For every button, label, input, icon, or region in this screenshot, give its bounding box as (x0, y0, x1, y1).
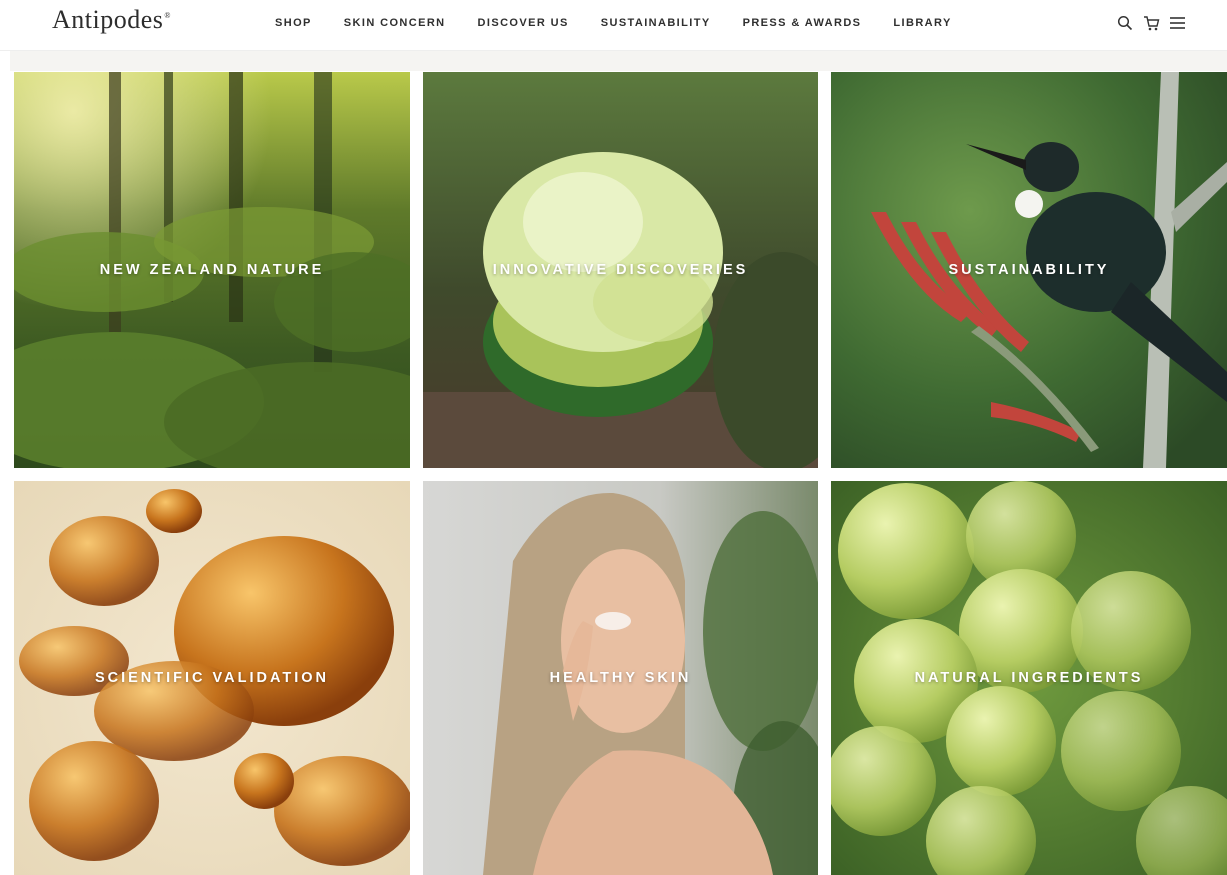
tile-label: SUSTAINABILITY (948, 262, 1110, 278)
nav-item-skin-concern[interactable]: SKIN CONCERN (344, 17, 446, 29)
tile-natural-ingredients[interactable]: NATURAL INGREDIENTS (831, 481, 1227, 875)
menu-icon[interactable] (1168, 12, 1186, 34)
main-nav: SHOP SKIN CONCERN DISCOVER US SUSTAINABI… (275, 17, 952, 29)
tile-scientific-validation[interactable]: SCIENTIFIC VALIDATION (14, 481, 410, 875)
brand-logo[interactable]: Antipodes® (52, 5, 171, 35)
tile-label: INNOVATIVE DISCOVERIES (492, 262, 749, 278)
tile-innovative-discoveries[interactable]: INNOVATIVE DISCOVERIES (423, 72, 818, 468)
nav-item-discover-us[interactable]: DISCOVER US (478, 17, 569, 29)
nav-item-press-awards[interactable]: PRESS & AWARDS (743, 17, 862, 29)
nav-item-library[interactable]: LIBRARY (893, 17, 951, 29)
cart-icon[interactable] (1142, 12, 1160, 34)
tile-label: SCIENTIFIC VALIDATION (94, 670, 330, 686)
tile-new-zealand-nature[interactable]: NEW ZEALAND NATURE (14, 72, 410, 468)
header-icons (1116, 12, 1186, 34)
category-tile-grid: NEW ZEALAND NATURE INNOVATIVE DISCOVERIE… (14, 72, 1227, 875)
brand-logo-text: Antipodes (52, 5, 164, 34)
site-header: Antipodes® SHOP SKIN CONCERN DISCOVER US… (0, 0, 1227, 51)
nav-item-shop[interactable]: SHOP (275, 17, 312, 29)
header-spacer-strip (10, 51, 1227, 71)
nav-item-sustainability[interactable]: SUSTAINABILITY (601, 17, 711, 29)
tile-label: NEW ZEALAND NATURE (99, 262, 325, 278)
tile-label: HEALTHY SKIN (549, 670, 692, 686)
tile-label: NATURAL INGREDIENTS (914, 670, 1144, 686)
search-icon[interactable] (1116, 12, 1134, 34)
tile-healthy-skin[interactable]: HEALTHY SKIN (423, 481, 818, 875)
tile-sustainability[interactable]: SUSTAINABILITY (831, 72, 1227, 468)
